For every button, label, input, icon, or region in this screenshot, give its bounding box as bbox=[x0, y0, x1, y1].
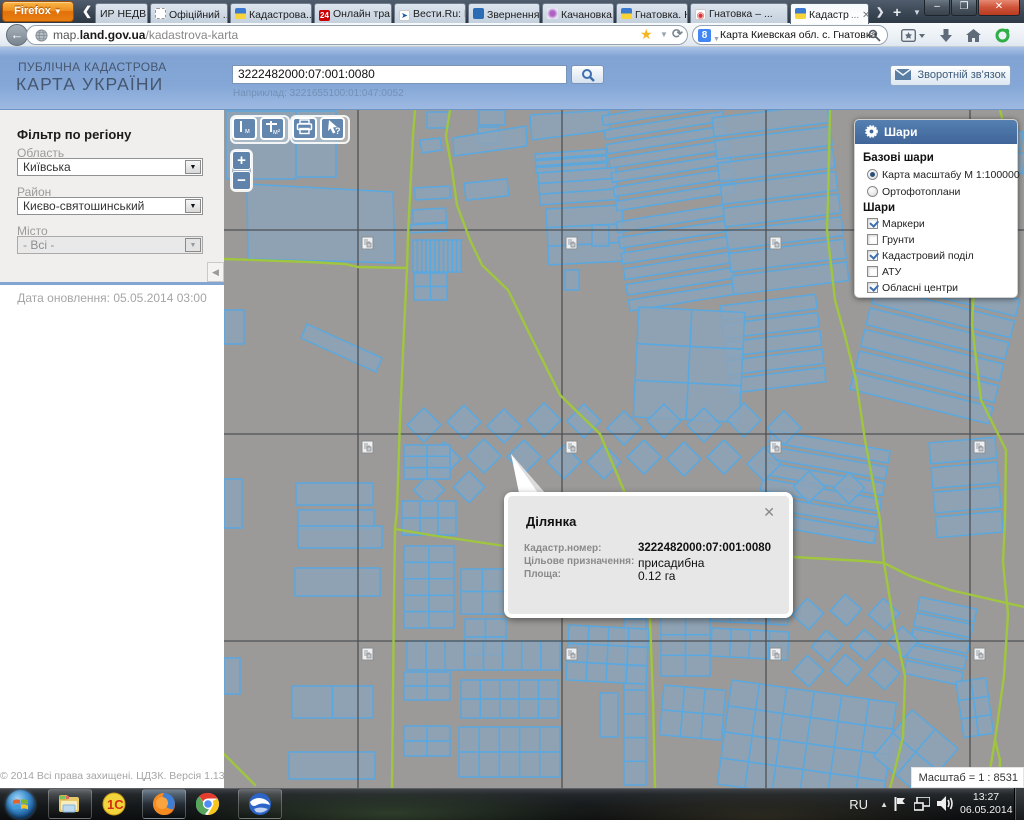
svg-text:?: ? bbox=[335, 126, 341, 135]
svg-text:м²: м² bbox=[273, 129, 281, 136]
svg-text:1С: 1С bbox=[107, 797, 124, 812]
svg-text:м: м bbox=[245, 128, 250, 135]
